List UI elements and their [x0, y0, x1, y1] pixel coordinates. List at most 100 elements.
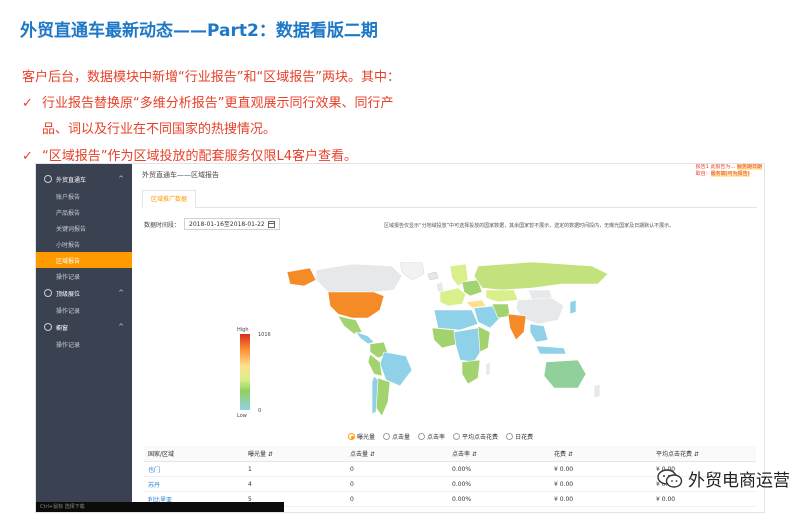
map-region-southeast-asia[interactable] — [529, 323, 549, 343]
note-highlight: 服务期日期 — [736, 164, 762, 170]
map-region-greenland[interactable] — [399, 261, 425, 281]
map-region-alaska[interactable] — [286, 267, 317, 287]
map-region-north-africa[interactable] — [433, 309, 479, 331]
slide-title: 外贸直通车最新动态——Part2：数据看版二期 — [20, 21, 378, 41]
sidebar-group-label: 顶级展位 — [56, 290, 81, 298]
country-link[interactable]: 也门 — [144, 465, 248, 474]
cell-ctr: 0.00% — [452, 465, 472, 473]
map-region-iceland[interactable] — [427, 271, 439, 281]
breadcrumb: 外贸直通车——区域报告 — [142, 171, 219, 179]
heat-legend-bar — [240, 334, 250, 410]
map-region-new-zealand[interactable] — [593, 383, 601, 399]
sidebar-item-operation-log[interactable]: 操作记录 — [36, 268, 132, 284]
radio-clicks[interactable]: 点击量 — [383, 432, 410, 441]
world-map-svg — [286, 261, 609, 417]
radio-label: 点击率 — [427, 434, 446, 441]
calendar-icon — [267, 220, 275, 228]
map-region-uk[interactable] — [435, 281, 445, 293]
map-region-india[interactable] — [507, 313, 527, 341]
date-label: 数据时间段： — [144, 221, 181, 229]
map-region-japan[interactable] — [569, 299, 577, 315]
radio-ctr[interactable]: 点击率 — [418, 432, 445, 441]
sidebar-group-label: 外贸直通车 — [56, 176, 87, 184]
chevron-up-icon: ^ — [118, 289, 124, 297]
sidebar-item-operation-log-3[interactable]: 操作记录 — [36, 336, 132, 352]
date-range-row: 数据时间段： 2018-01-16至2018-01-22 — [144, 218, 280, 230]
circle-icon — [44, 323, 52, 331]
radio-dot — [383, 433, 391, 440]
cell-ctr: 0.00% — [452, 495, 472, 503]
map-region-usa[interactable] — [327, 291, 385, 319]
download-hint-bar: Ctrl+鼠标 选择下载 — [36, 502, 284, 512]
radio-avg-cpc[interactable]: 平均点击花费 — [453, 432, 498, 441]
col-header-avg-cpc[interactable]: 平均点击花费 ⇵ — [656, 449, 756, 458]
cell-impressions: 1 — [248, 465, 252, 473]
col-header-spend[interactable]: 花费 ⇵ — [554, 449, 656, 458]
sidebar-group-direct-train[interactable]: 外贸直通车 ^ — [36, 170, 132, 188]
map-region-argentina[interactable] — [375, 377, 391, 417]
col-header-ctr[interactable]: 点击率 ⇵ — [452, 449, 554, 458]
map-region-kazakhstan[interactable] — [485, 289, 519, 303]
map-region-east-africa[interactable] — [477, 325, 491, 353]
sidebar-item-operation-log-2[interactable]: 操作记录 — [36, 302, 132, 318]
radio-dot — [348, 433, 355, 440]
sidebar-item-keyword-report[interactable]: 关键词报告 — [36, 220, 132, 236]
country-link[interactable]: 苏丹 — [144, 480, 248, 489]
radio-daily-spend[interactable]: 日花费 — [506, 432, 533, 441]
sidebar-item-region-report[interactable]: 区域报告 — [36, 252, 132, 268]
bullet-region-report: ✓ “区域报告”作为区域投放的配套服务仅限L4客户查看。 — [22, 145, 357, 164]
check-icon: ✓ — [22, 149, 33, 164]
sidebar-group-top-booth[interactable]: 顶级展位 ^ — [36, 284, 132, 302]
cell-clicks: 0 — [350, 480, 354, 488]
note-highlight: 服务端(可为报告) — [710, 171, 750, 177]
region-note: 区域报告仅显示“分地域投放”中可选择投放的国家数据，其余国家暂不展示，选定的数据… — [384, 223, 675, 229]
sidebar-group-label: 橱窗 — [56, 324, 69, 332]
date-range-picker[interactable]: 2018-01-16至2018-01-22 — [184, 218, 280, 230]
check-icon: ✓ — [22, 96, 33, 111]
radio-dot — [453, 433, 461, 440]
cell-spend: ¥ 0.00 — [554, 480, 574, 488]
circle-icon — [44, 175, 52, 183]
col-header-country: 国家/区域 — [148, 451, 175, 458]
bullet-text: 行业报告替换原“多维分析报告”更直观展示同行效果、同行产 — [42, 96, 394, 111]
map-region-mexico[interactable] — [337, 315, 363, 335]
cell-ctr: 0.00% — [452, 480, 472, 488]
radio-label: 日花费 — [515, 434, 534, 441]
sidebar-item-product-report[interactable]: 产品报告 — [36, 204, 132, 220]
radio-impressions[interactable]: 曝光量 — [348, 432, 375, 441]
date-value: 2018-01-16至2018-01-22 — [189, 220, 265, 228]
watermark: 外贸电商运营 — [657, 466, 790, 491]
map-region-central-america[interactable] — [355, 331, 375, 345]
map-region-madagascar[interactable] — [485, 361, 491, 377]
sidebar-item-account-report[interactable]: 账户报告 — [36, 188, 132, 204]
circle-icon — [44, 289, 52, 297]
app-screenshot: 外贸直通车 ^ 账户报告 产品报告 关键词报告 小时报告 区域报告 操作记录 顶… — [35, 163, 765, 513]
map-region-west-africa[interactable] — [431, 327, 459, 349]
intro-text: 客户后台，数据模块中新增“行业报告”和“区域报告”两块。其中： — [22, 70, 400, 85]
radio-dot — [506, 433, 514, 440]
map-region-russia[interactable] — [473, 261, 609, 291]
map-region-canada[interactable] — [315, 263, 403, 295]
col-header-clicks[interactable]: 点击量 ⇵ — [350, 449, 452, 458]
map-region-southern-africa[interactable] — [461, 359, 481, 385]
wechat-icon — [657, 468, 683, 489]
top-annotation: 报告1 此报告为… 服务期日期 取自：服务端(可为报告) — [696, 164, 762, 178]
col-header-impressions[interactable]: 曝光量 ⇵ — [248, 449, 350, 458]
main-panel: 外贸直通车——区域报告 报告1 此报告为… 服务期日期 取自：服务端(可为报告)… — [132, 164, 764, 512]
sidebar-item-hourly-report[interactable]: 小时报告 — [36, 236, 132, 252]
radio-label: 平均点击花费 — [462, 434, 499, 441]
tab-region-data[interactable]: 区域推广数据 — [142, 190, 197, 208]
cell-clicks: 0 — [350, 465, 354, 473]
legend-min-value: 0 — [258, 408, 262, 414]
cell-clicks: 0 — [350, 495, 354, 503]
map-region-indonesia[interactable] — [535, 345, 567, 355]
bullet-industry-report: ✓ 行业报告替换原“多维分析报告”更直观展示同行效果、同行产 — [22, 92, 393, 111]
world-heat-map[interactable] — [282, 261, 612, 422]
radio-label: 曝光量 — [357, 434, 376, 441]
table-header: 国家/区域 曝光量 ⇵ 点击量 ⇵ 点击率 ⇵ 花费 ⇵ 平均点击花费 ⇵ — [144, 446, 756, 462]
legend-high-label: High — [237, 327, 249, 333]
chevron-up-icon: ^ — [118, 323, 124, 331]
map-region-australia[interactable] — [543, 359, 587, 389]
note-text: 报告1 此报告为… — [695, 164, 737, 170]
sidebar-group-showcase[interactable]: 橱窗 ^ — [36, 318, 132, 336]
